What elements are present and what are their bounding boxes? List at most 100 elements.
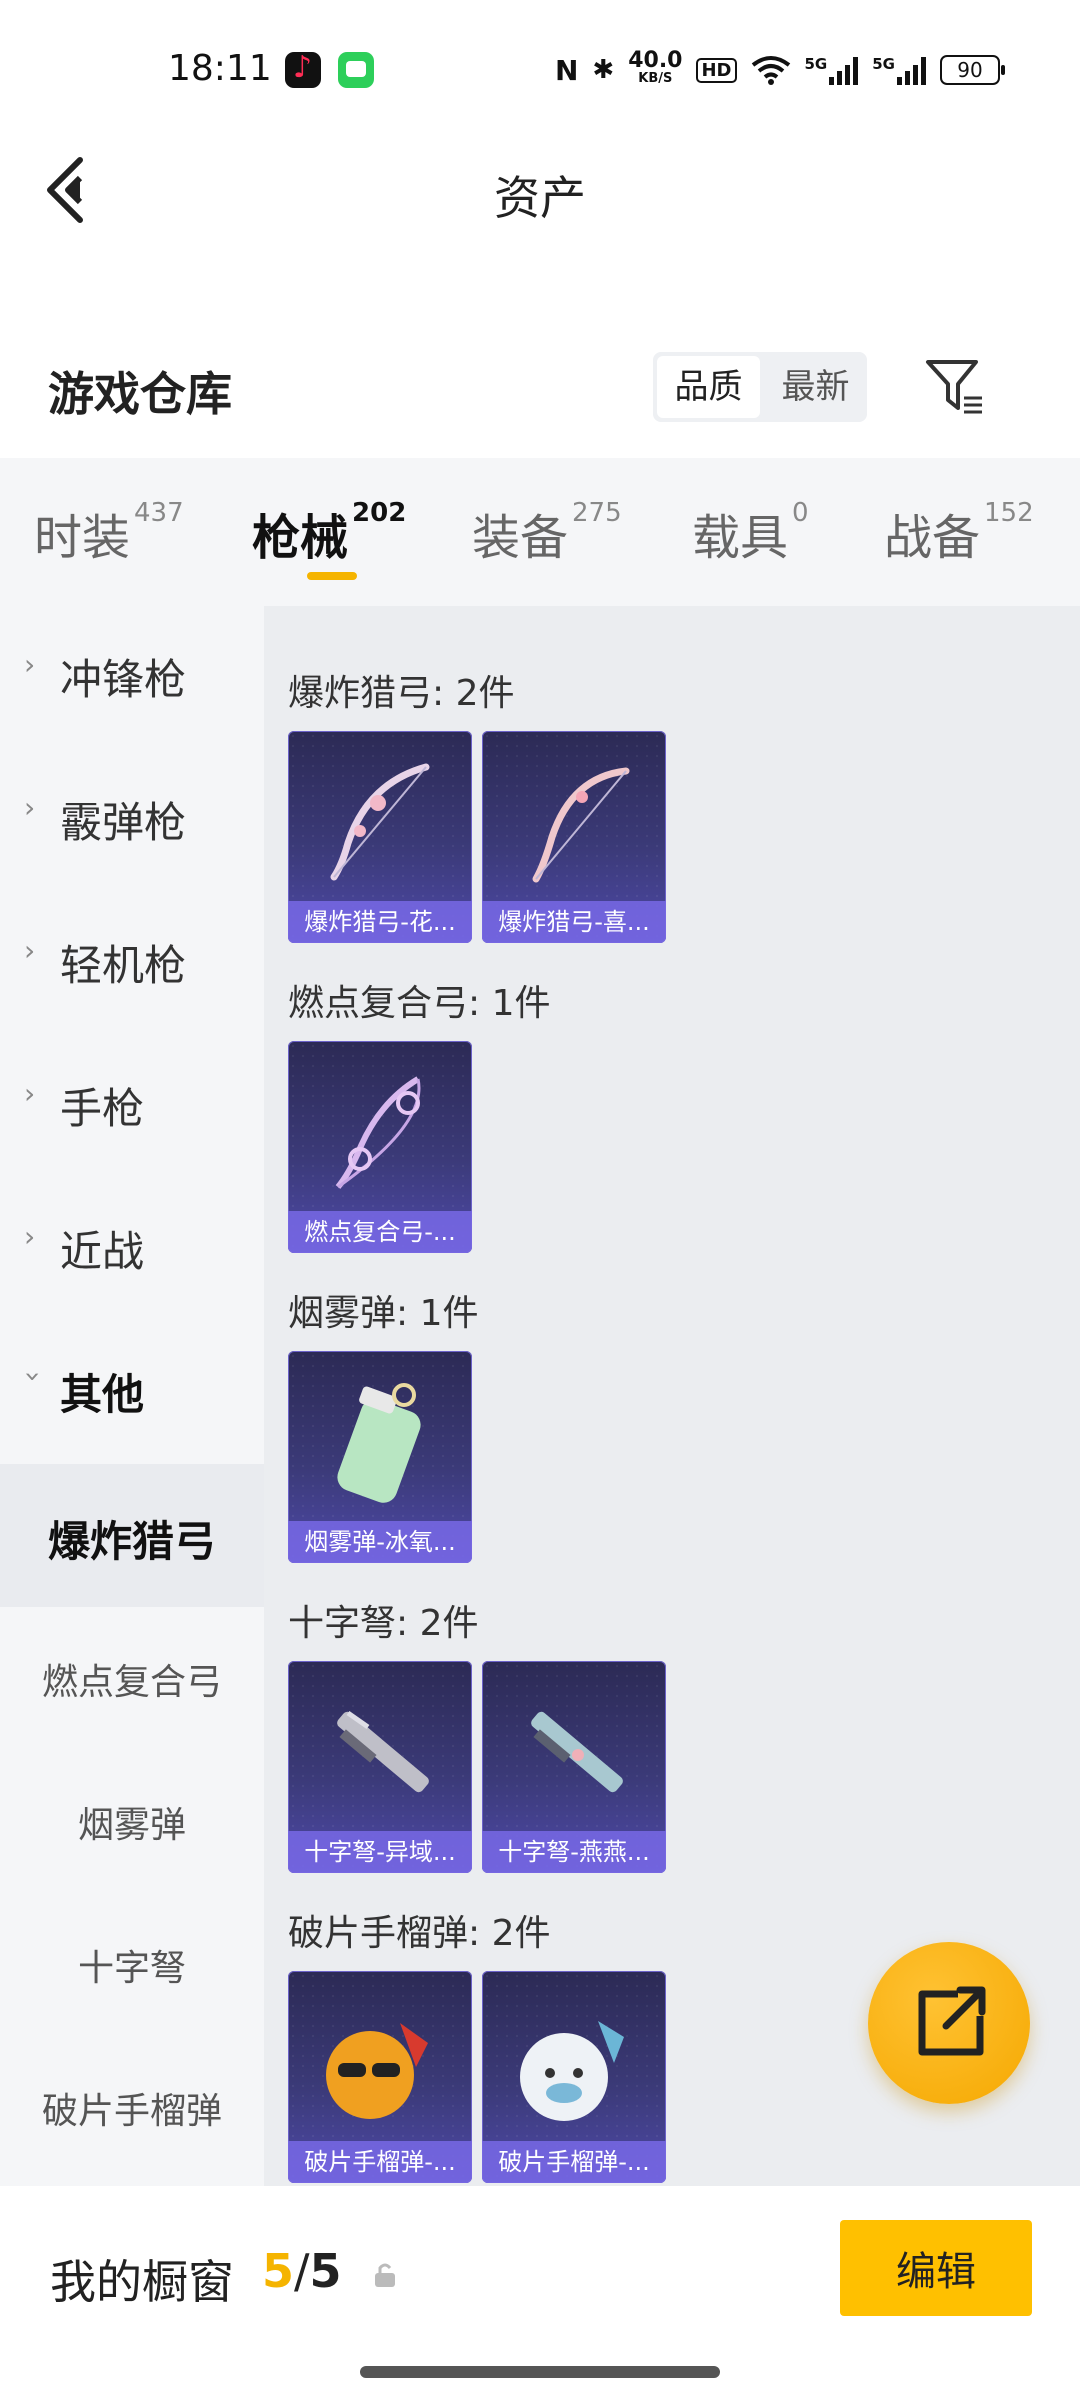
sidebar-item-label: 轻机枪 — [60, 941, 187, 990]
sidebar-subitem-crossbow[interactable]: 十字弩 — [0, 1893, 264, 2036]
tab-label: 时装 — [34, 510, 131, 566]
speed-value: 40.0 — [628, 48, 683, 73]
item-card[interactable]: 十字弩-燕燕... — [482, 1661, 666, 1873]
tab-count: 152 — [984, 498, 1034, 528]
page-title: 资产 — [494, 171, 586, 225]
nfc-icon: N — [554, 53, 579, 87]
signal-bars-icon — [897, 55, 926, 85]
showcase-label: 我的橱窗 — [50, 2255, 234, 2309]
group-title: 十字弩: 2件 — [288, 1603, 479, 1644]
item-card-label: 烟雾弹-冰氧... — [288, 1521, 472, 1563]
home-indicator[interactable] — [360, 2366, 720, 2378]
item-card-label: 破片手榴弹-... — [482, 2141, 666, 2183]
tab-count: 437 — [134, 498, 184, 528]
sidebar-item-lmg[interactable]: › 轻机枪 — [0, 892, 264, 1034]
signal-bars-icon — [829, 55, 859, 85]
sidebar-item-label: 霰弹枪 — [60, 798, 187, 847]
wifi-icon — [751, 56, 790, 85]
chevron-right-icon: › — [24, 648, 36, 681]
tiktok-icon — [285, 50, 321, 88]
tab-label: 战备 — [884, 510, 981, 566]
sidebar-subitem-frag-grenade[interactable]: 破片手榴弹 — [0, 2036, 264, 2179]
edit-button[interactable]: 编辑 — [840, 2220, 1032, 2316]
bow-icon — [532, 767, 630, 883]
tab-firearms[interactable]: 枪械 202 — [252, 498, 406, 578]
bow-icon — [330, 763, 430, 881]
active-tab-indicator — [307, 572, 357, 580]
sidebar-item-melee[interactable]: › 近战 — [0, 1178, 264, 1320]
hd-icon: HD — [696, 57, 737, 83]
showcase-current: 5 — [262, 2244, 295, 2298]
item-card[interactable]: 烟雾弹-冰氧... — [288, 1351, 472, 1563]
tab-fashion[interactable]: 时装 437 — [34, 498, 184, 578]
crossbow-icon — [531, 1711, 623, 1793]
sidebar-subitem-explosive-bow[interactable]: 爆炸猎弓 — [0, 1464, 264, 1607]
sidebar-subitem-compound-bow[interactable]: 燃点复合弓 — [0, 1607, 264, 1750]
group-title: 爆炸猎弓: 2件 — [288, 673, 515, 714]
sidebar-subitem-label: 十字弩 — [77, 1948, 186, 1989]
showcase-count: 5/5 — [262, 2244, 342, 2298]
message-icon — [338, 52, 374, 88]
chevron-right-icon: › — [24, 1220, 36, 1253]
share-fab-button[interactable] — [868, 1942, 1030, 2104]
sidebar-subitem-label: 破片手榴弹 — [41, 2091, 222, 2132]
category-tabs: 时装 437 枪械 202 装备 275 载具 0 战备 152 — [0, 458, 1080, 606]
sidebar-item-label: 其他 — [60, 1370, 145, 1419]
group-title: 破片手榴弹: 2件 — [288, 1913, 551, 1954]
frag-grenade-icon — [520, 2021, 624, 2121]
chevron-right-icon: › — [24, 1077, 36, 1110]
group-title: 烟雾弹: 1件 — [288, 1293, 479, 1334]
showcase-separator: / — [294, 2244, 310, 2298]
sort-newest-option[interactable]: 最新 — [764, 352, 867, 422]
crossbow-icon — [337, 1710, 429, 1793]
sidebar-item-label: 冲锋枪 — [60, 655, 187, 704]
share-external-icon — [918, 1986, 986, 2056]
sidebar-item-shotgun[interactable]: › 霰弹枪 — [0, 749, 264, 891]
chevron-down-icon: › — [17, 1371, 50, 1383]
tab-count: 202 — [352, 498, 407, 528]
item-card-label: 爆炸猎弓-喜... — [482, 901, 666, 943]
sort-quality-option[interactable]: 品质 — [657, 356, 760, 418]
lock-icon — [375, 2263, 395, 2287]
item-card-label: 爆炸猎弓-花... — [288, 901, 472, 943]
showcase-total: 5 — [309, 2244, 342, 2298]
chevron-right-icon: › — [24, 934, 36, 967]
tab-tactical[interactable]: 战备 152 — [884, 498, 1034, 578]
item-card[interactable]: 破片手榴弹-... — [482, 1971, 666, 2183]
sidebar-subitem-label: 爆炸猎弓 — [47, 1517, 216, 1566]
smoke-grenade-icon — [337, 1383, 421, 1503]
warehouse-title: 游戏仓库 — [48, 367, 232, 421]
tab-vehicles[interactable]: 载具 0 — [692, 498, 809, 578]
status-indicators: N ✱ 40.0 KB/S HD 5G 5G 90 — [554, 48, 1005, 92]
item-card[interactable]: 爆炸猎弓-花... — [288, 731, 472, 943]
sidebar-item-other[interactable]: › 其他 — [0, 1321, 264, 1463]
item-card[interactable]: 破片手榴弹-... — [288, 1971, 472, 2183]
sidebar-item-label: 手枪 — [60, 1084, 145, 1133]
tab-label: 装备 — [472, 510, 569, 566]
battery-icon: 90 — [940, 55, 1005, 85]
sidebar-subitem-smoke-grenade[interactable]: 烟雾弹 — [0, 1750, 264, 1893]
sort-toggle: 品质 最新 — [653, 352, 867, 422]
item-card[interactable]: 爆炸猎弓-喜... — [482, 731, 666, 943]
chevron-right-icon: › — [24, 791, 36, 824]
sidebar-item-pistol[interactable]: › 手枪 — [0, 1035, 264, 1177]
sidebar-subitem-label: 燃点复合弓 — [41, 1662, 222, 1703]
sidebar-subitem-label: 烟雾弹 — [77, 1805, 186, 1846]
group-title: 燃点复合弓: 1件 — [288, 983, 551, 1024]
filter-button[interactable] — [922, 354, 986, 418]
item-card-label: 十字弩-燕燕... — [482, 1831, 666, 1873]
network-speed: 40.0 KB/S — [628, 48, 683, 88]
tab-label: 枪械 — [252, 510, 349, 566]
tab-equipment[interactable]: 装备 275 — [472, 498, 622, 578]
item-card[interactable]: 燃点复合弓-... — [288, 1041, 472, 1253]
status-time: 18:11 — [168, 48, 272, 89]
tab-count: 275 — [572, 498, 622, 528]
network-label: 5G — [872, 55, 895, 73]
status-bar: 18:11 N ✱ 40.0 KB/S HD 5G 5G 90 — [0, 0, 1080, 140]
item-card-label: 十字弩-异域... — [288, 1831, 472, 1873]
signal-5g-2: 5G — [872, 55, 926, 85]
filter-icon — [926, 360, 982, 414]
sidebar: › 冲锋枪 › 霰弹枪 › 轻机枪 › 手枪 › 近战 › 其他 爆炸猎弓 燃点… — [0, 606, 264, 2186]
sidebar-item-smg[interactable]: › 冲锋枪 — [0, 606, 264, 748]
item-card[interactable]: 十字弩-异域... — [288, 1661, 472, 1873]
